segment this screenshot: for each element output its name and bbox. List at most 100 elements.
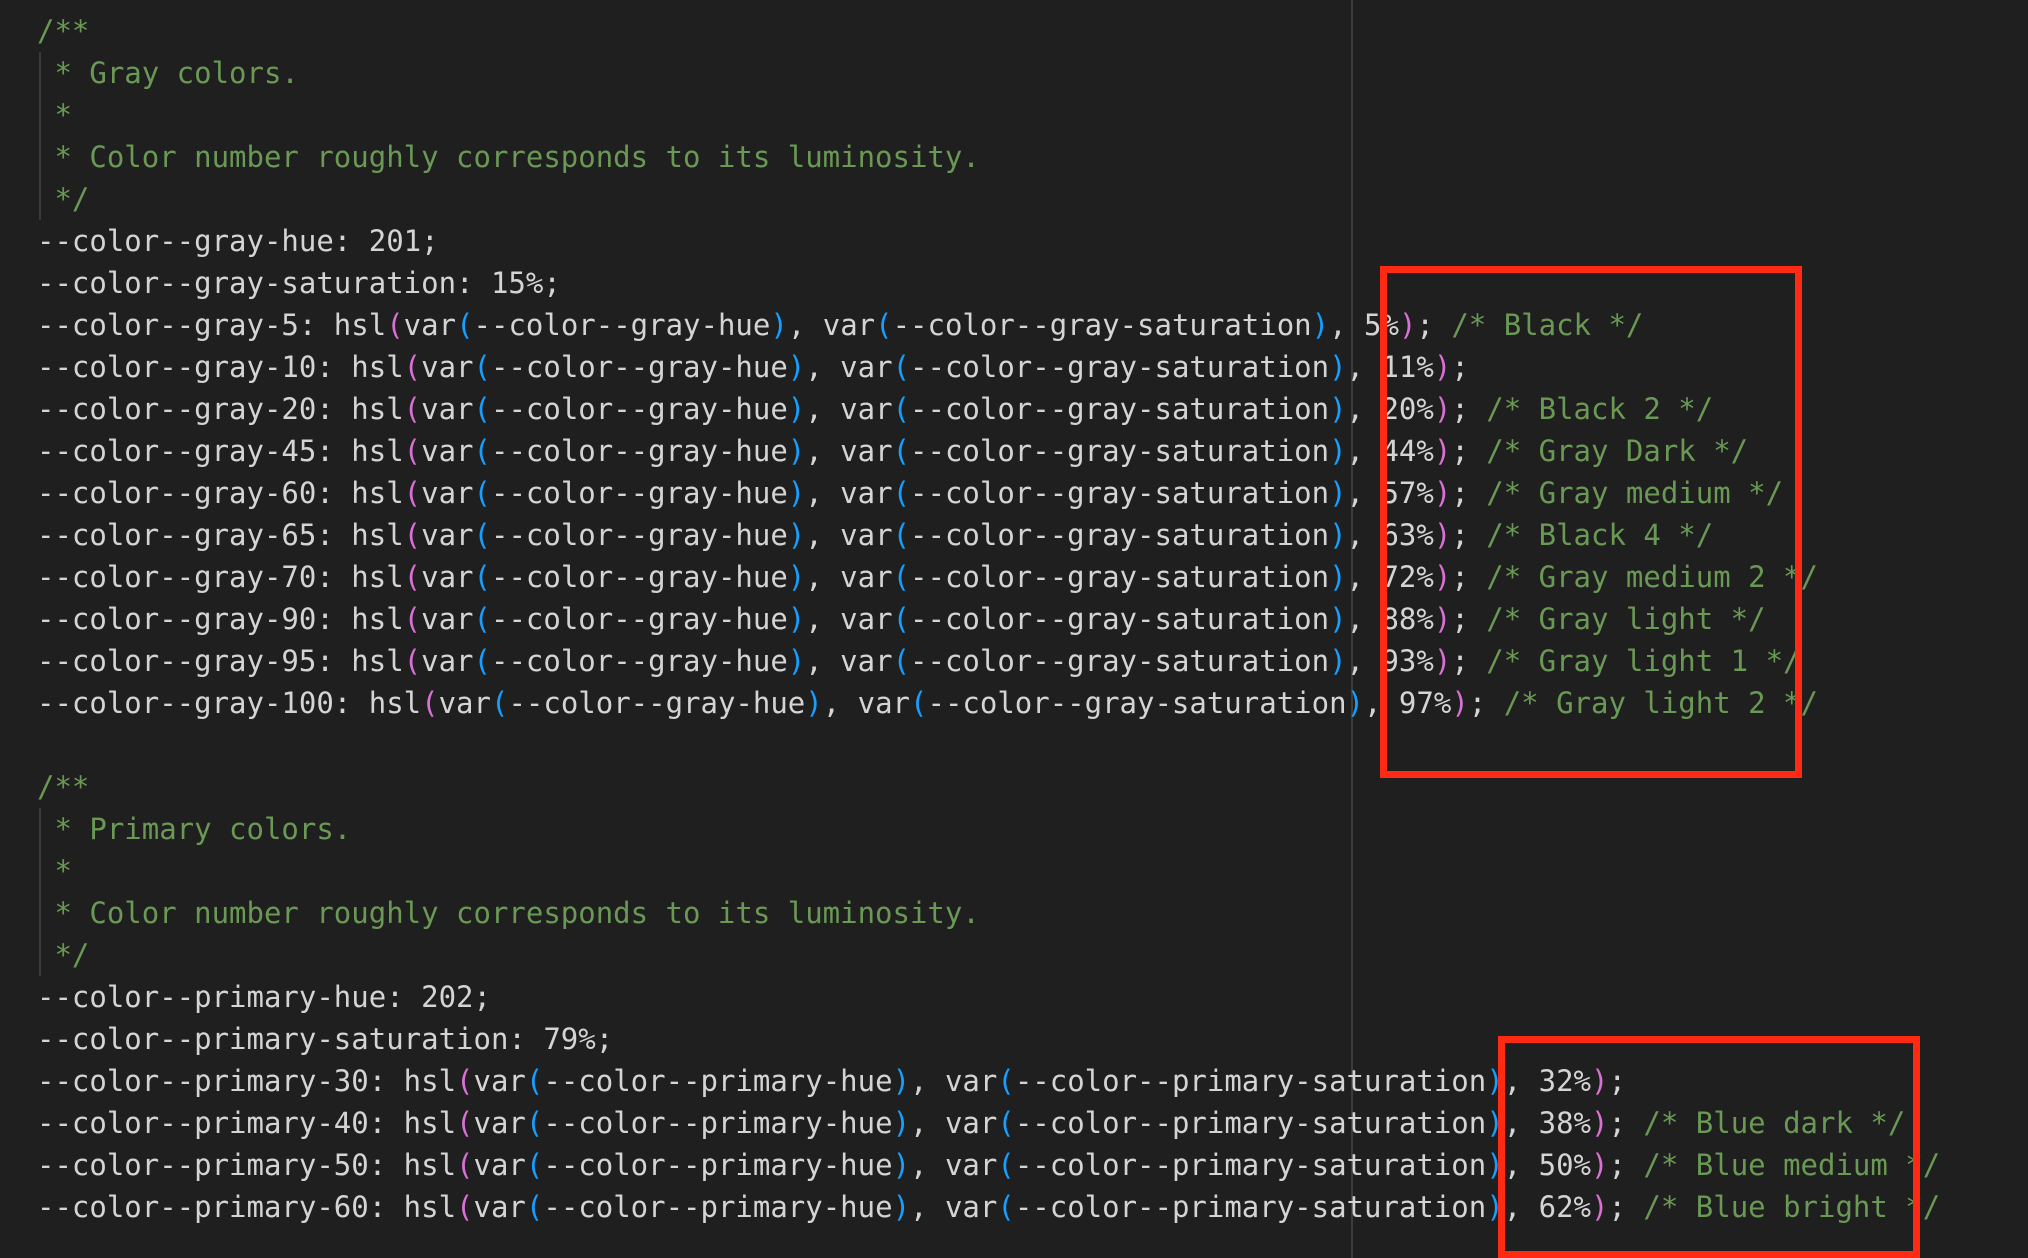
code-comment: * Gray colors. (37, 56, 299, 90)
code-line[interactable]: --color--gray-hue: 201; (37, 220, 1940, 262)
code-token: --color--gray-45: hsl (37, 434, 404, 468)
code-token: ) (1329, 560, 1347, 594)
code-token: ( (473, 560, 491, 594)
code-token: , var (910, 1190, 998, 1224)
code-token: var (421, 644, 474, 678)
code-comment: * Color number roughly corresponds to it… (37, 140, 980, 174)
code-line[interactable]: * Color number roughly corresponds to it… (37, 892, 1940, 934)
code-token: ( (997, 1064, 1015, 1098)
code-token: --color--gray-hue (473, 308, 771, 342)
code-token: ) (1329, 350, 1347, 384)
code-comment: * (37, 98, 72, 132)
code-line[interactable]: */ (37, 178, 1940, 220)
code-token: --color--gray-hue (490, 350, 788, 384)
code-token: --color--gray-5: hsl (37, 308, 387, 342)
code-token: --color--gray-95: hsl (37, 644, 404, 678)
code-token: ( (473, 350, 491, 384)
code-token: var (421, 476, 474, 510)
code-comment: */ (37, 182, 90, 216)
code-token: ( (892, 434, 911, 468)
code-line[interactable]: --color--primary-hue: 202; (37, 976, 1940, 1018)
code-token: , var (805, 350, 893, 384)
code-token: ) (1329, 602, 1347, 636)
code-editor[interactable]: /** * Gray colors. * * Color number roug… (0, 0, 2028, 1258)
code-token: --color--gray-saturation (910, 434, 1330, 468)
code-token: ) (787, 476, 806, 510)
code-token: ( (456, 1106, 474, 1140)
code-token: ( (490, 686, 509, 720)
code-token: var (421, 560, 474, 594)
code-token: , var (805, 518, 893, 552)
code-token: ) (787, 602, 806, 636)
code-token: ( (473, 434, 491, 468)
code-token: ) (1329, 518, 1347, 552)
code-token: ( (456, 1148, 474, 1182)
code-token: ) (787, 350, 806, 384)
code-line[interactable]: /** (37, 10, 1940, 52)
code-token: ( (421, 686, 439, 720)
code-token: --color--gray-60: hsl (37, 476, 404, 510)
code-token: var (403, 308, 457, 342)
code-token: --color--gray-hue (508, 686, 806, 720)
code-token: ( (473, 644, 491, 678)
code-token: ) (892, 1148, 911, 1182)
code-token: ) (1329, 434, 1347, 468)
code-token: var (473, 1148, 526, 1182)
code-token: --color--gray-hue (490, 392, 788, 426)
code-token: ( (473, 518, 491, 552)
code-token: , var (787, 308, 876, 342)
code-token: --color--gray-hue (490, 518, 788, 552)
code-line[interactable]: * Primary colors. (37, 808, 1940, 850)
code-token: ( (525, 1106, 544, 1140)
code-line[interactable]: * (37, 94, 1940, 136)
code-token: ( (456, 308, 474, 342)
code-token: --color--gray-saturation (892, 308, 1312, 342)
code-token: --color--gray-hue (490, 560, 788, 594)
code-token: ( (997, 1190, 1015, 1224)
code-token: ( (403, 350, 422, 384)
code-token: ) (787, 518, 806, 552)
code-token: --color--gray-saturation (910, 476, 1330, 510)
code-token: , var (805, 644, 893, 678)
code-token: --color--gray-saturation (910, 518, 1330, 552)
code-token: ) (1311, 308, 1330, 342)
code-token: --color--gray-hue (490, 434, 788, 468)
code-token: var (421, 434, 474, 468)
code-token: ( (875, 308, 893, 342)
code-token: --color--primary-60: hsl (37, 1190, 457, 1224)
code-token: --color--primary-hue (543, 1148, 893, 1182)
code-token: var (421, 602, 474, 636)
code-token: --color--primary-40: hsl (37, 1106, 457, 1140)
code-token: ) (770, 308, 788, 342)
code-token: --color--primary-30: hsl (37, 1064, 457, 1098)
code-token: --color--gray-hue: 201; (37, 224, 439, 258)
code-token: ( (910, 686, 928, 720)
code-token: ( (892, 392, 911, 426)
code-token: --color--gray-saturation (910, 560, 1330, 594)
code-token: --color--gray-hue (490, 476, 788, 510)
code-line[interactable]: */ (37, 934, 1940, 976)
code-token: ) (787, 434, 806, 468)
code-token: ( (403, 476, 422, 510)
code-token: ) (787, 644, 806, 678)
code-token: --color--gray-hue (490, 644, 788, 678)
code-line[interactable]: * Color number roughly corresponds to it… (37, 136, 1940, 178)
code-token: ( (403, 644, 422, 678)
code-token: --color--primary-hue: 202; (37, 980, 491, 1014)
code-line[interactable]: * Gray colors. (37, 52, 1940, 94)
code-token: --color--primary-saturation (1014, 1064, 1487, 1098)
code-token: --color--gray-10: hsl (37, 350, 404, 384)
code-token: --color--primary-saturation (1014, 1106, 1487, 1140)
code-token: ( (997, 1106, 1015, 1140)
code-comment: */ (37, 938, 90, 972)
code-token: ) (787, 392, 806, 426)
code-line[interactable]: * (37, 850, 1940, 892)
code-token: ) (1329, 644, 1347, 678)
code-token: --color--gray-65: hsl (37, 518, 404, 552)
code-token: ) (1329, 476, 1347, 510)
code-token: --color--primary-saturation (1014, 1190, 1487, 1224)
code-token: --color--gray-saturation (910, 602, 1330, 636)
code-comment: * Primary colors. (37, 812, 352, 846)
code-comment: /** (37, 14, 90, 48)
code-token: --color--primary-saturation: 79%; (37, 1022, 614, 1056)
